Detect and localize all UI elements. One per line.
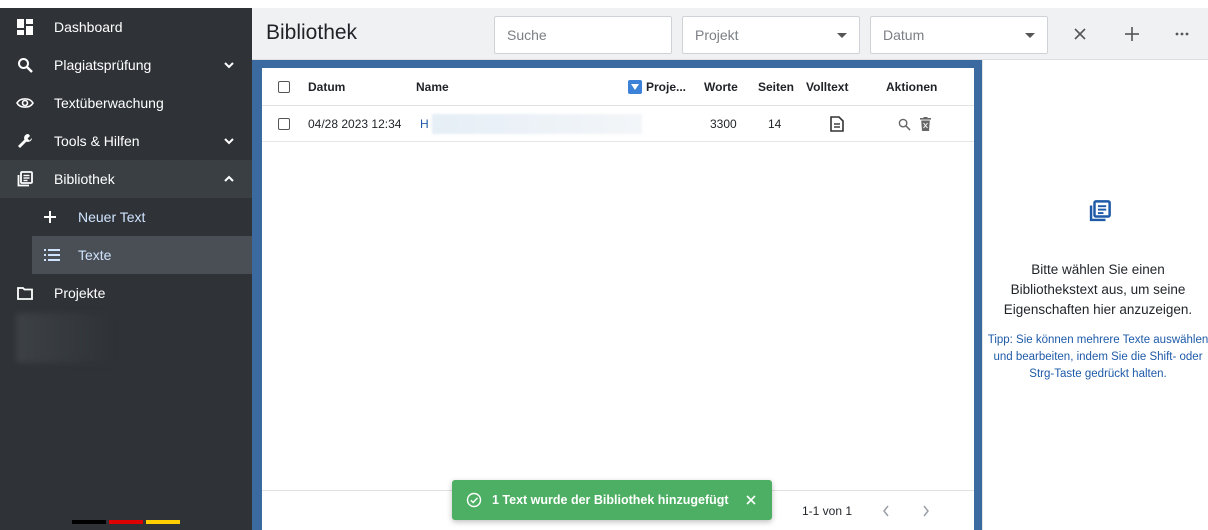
fulltext-button[interactable]	[830, 106, 844, 142]
dashboard-icon	[14, 17, 36, 37]
column-header-fulltext[interactable]: Volltext	[806, 68, 848, 106]
plus-icon	[1125, 27, 1139, 41]
more-button[interactable]	[1170, 22, 1194, 46]
close-icon	[1074, 28, 1086, 40]
app-root: Dashboard Plagiatsprüfung Textüberwachun…	[0, 0, 1208, 530]
search-placeholder: Suche	[507, 27, 547, 43]
date-select[interactable]: Datum	[870, 16, 1048, 54]
table-panel: Datum Name Proje... Worte Seiten Volltex…	[262, 68, 974, 530]
column-header-actions: Aktionen	[886, 80, 938, 94]
column-header-date[interactable]: Datum	[308, 68, 345, 106]
more-icon	[1175, 32, 1189, 36]
chevron-left-icon	[883, 505, 889, 517]
column-header-project[interactable]: Proje...	[628, 68, 686, 106]
document-icon	[830, 116, 844, 132]
search-icon	[898, 118, 911, 131]
row-pages: 14	[768, 117, 782, 131]
details-tip: Tipp: Sie können mehrere Texte auswählen…	[987, 334, 1208, 380]
project-select-value: Projekt	[695, 27, 739, 43]
search-input[interactable]: Suche	[494, 16, 672, 54]
table-area: Datum Name Proje... Worte Seiten Volltex…	[252, 60, 982, 530]
close-icon	[746, 495, 756, 505]
list-icon	[44, 249, 66, 261]
flag-stripe-red	[109, 520, 143, 524]
select-all-checkbox[interactable]	[278, 68, 290, 106]
column-header-pages[interactable]: Seiten	[758, 68, 794, 106]
next-page-button[interactable]	[916, 501, 936, 521]
plus-icon	[44, 211, 66, 223]
success-toast: 1 Text wurde der Bibliothek hinzugefügt	[452, 480, 772, 520]
row-name-link[interactable]: H	[420, 106, 429, 142]
chevron-down-icon	[224, 62, 234, 69]
dropdown-arrow-icon	[837, 33, 847, 38]
view-button[interactable]	[898, 106, 911, 142]
add-button[interactable]	[1120, 22, 1144, 46]
library-icon	[1089, 200, 1111, 222]
toast-close-button[interactable]	[742, 491, 760, 509]
sidebar-item-label: Tools & Hilfen	[54, 133, 140, 149]
sidebar-item-label: Projekte	[54, 285, 106, 301]
wrench-icon	[14, 131, 36, 151]
sidebar-item-label: Dashboard	[54, 19, 123, 35]
sidebar-subitem-label: Texte	[78, 247, 112, 263]
clear-filter-button[interactable]	[1068, 22, 1092, 46]
chevron-down-icon	[224, 138, 234, 145]
sidebar-item-dashboard[interactable]: Dashboard	[0, 8, 252, 46]
sidebar-subitem-neuer-text[interactable]: Neuer Text	[0, 198, 252, 236]
delete-button[interactable]	[920, 106, 931, 142]
folder-icon	[14, 283, 36, 303]
german-flag-stripes	[72, 520, 180, 524]
check-circle-icon	[466, 492, 482, 508]
top-strip	[0, 0, 1208, 8]
sidebar-subitem-texte[interactable]: Texte	[32, 236, 252, 274]
sidebar-item-textueberwachung[interactable]: Textüberwachung	[0, 84, 252, 122]
toolbar: Bibliothek Suche Projekt Datum	[252, 8, 1208, 60]
sort-down-icon	[628, 80, 642, 94]
date-select-value: Datum	[883, 27, 925, 43]
row-words: 3300	[710, 117, 737, 131]
chevron-right-icon	[923, 505, 929, 517]
sidebar-item-plagiatspruefung[interactable]: Plagiatsprüfung	[0, 46, 252, 84]
pagination-count: 1-1 von 1	[802, 504, 853, 518]
column-header-name[interactable]: Name	[416, 68, 449, 106]
details-empty-message: Bitte wählen Sie einen Bibliothekstext a…	[1003, 262, 1193, 317]
chevron-up-icon	[224, 175, 234, 182]
sidebar-item-bibliothek[interactable]: Bibliothek	[0, 160, 252, 198]
flag-stripe-gold	[146, 520, 180, 524]
flag-stripe-black	[72, 520, 106, 524]
redacted-name	[432, 114, 642, 134]
toast-message: 1 Text wurde der Bibliothek hinzugefügt	[492, 493, 729, 507]
column-header-words[interactable]: Worte	[704, 68, 738, 106]
row-checkbox[interactable]	[278, 106, 290, 142]
sidebar-item-label: Textüberwachung	[54, 95, 164, 111]
sidebar-item-label: Bibliothek	[54, 171, 115, 187]
blurred-area	[16, 313, 112, 363]
sidebar-item-tools[interactable]: Tools & Hilfen	[0, 122, 252, 160]
table-header: Datum Name Proje... Worte Seiten Volltex…	[262, 68, 974, 106]
project-select[interactable]: Projekt	[682, 16, 860, 54]
sidebar: Dashboard Plagiatsprüfung Textüberwachun…	[0, 8, 252, 530]
library-icon	[14, 169, 36, 189]
dropdown-arrow-icon	[1025, 33, 1035, 38]
eye-icon	[14, 93, 36, 113]
details-panel: Bitte wählen Sie einen Bibliothekstext a…	[982, 60, 1208, 530]
page-title: Bibliothek	[266, 21, 358, 44]
sidebar-item-label: Plagiatsprüfung	[54, 57, 152, 73]
row-date: 04/28 2023 12:34	[308, 117, 402, 131]
table-row[interactable]: 04/28 2023 12:34 H 3300 14	[262, 106, 974, 142]
trash-icon	[920, 117, 931, 131]
column-header-project-label: Proje...	[646, 80, 687, 94]
sidebar-subitem-label: Neuer Text	[78, 209, 146, 225]
sidebar-item-projekte[interactable]: Projekte	[0, 274, 252, 312]
search-icon	[14, 55, 36, 75]
prev-page-button[interactable]	[876, 501, 896, 521]
